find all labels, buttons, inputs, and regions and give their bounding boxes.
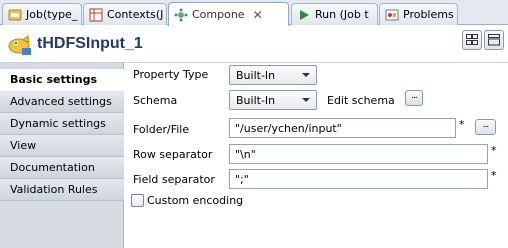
grid-icon [466, 34, 478, 45]
property-type-select[interactable]: Built-In [229, 65, 317, 85]
tab-job-label: Job(type_ [26, 8, 78, 21]
component-icon [173, 7, 188, 22]
grid-view-button[interactable] [462, 30, 482, 50]
browse-folder-button[interactable]: ... [475, 119, 496, 135]
component-title: tHDFSInput_1 [37, 35, 143, 52]
property-type-label: Property Type [133, 68, 209, 81]
custom-encoding-label: Custom encoding [147, 194, 244, 207]
nav-documentation[interactable]: Documentation [0, 157, 124, 179]
run-icon [296, 7, 311, 22]
edit-schema-label: Edit schema [327, 94, 395, 107]
required-marker: * [491, 144, 497, 157]
component-header: tHDFSInput_1 [0, 26, 508, 63]
job-icon [7, 7, 22, 22]
folder-file-input[interactable]: "/user/ychen/input" [229, 118, 456, 138]
custom-encoding-checkbox[interactable] [131, 194, 144, 207]
basic-settings-panel: Property Type Built-In Schema Built-In E… [124, 63, 508, 248]
list-view-button[interactable] [484, 30, 504, 50]
tab-contexts[interactable]: Contexts(J [83, 3, 167, 25]
contexts-icon [88, 7, 103, 22]
field-separator-label: Field separator [133, 173, 215, 186]
schema-label: Schema [133, 94, 178, 107]
tab-problems[interactable]: Problems [379, 3, 458, 25]
nav-view[interactable]: View [0, 135, 124, 157]
list-icon [488, 34, 500, 46]
chevron-down-icon [302, 98, 310, 102]
tab-component-label: Compone [192, 8, 245, 21]
schema-select[interactable]: Built-In [229, 90, 317, 110]
close-icon[interactable]: ✕ [253, 8, 263, 22]
nav-dynamic-settings[interactable]: Dynamic settings [0, 113, 124, 135]
field-separator-input[interactable]: ";" [229, 169, 488, 189]
required-marker: * [459, 118, 465, 131]
problems-icon [384, 7, 399, 22]
row-separator-label: Row separator [133, 148, 213, 161]
editor-tab-bar: Job(type_ Contexts(J Compone ✕ Run (Job … [0, 0, 508, 26]
hdfs-component-icon [8, 34, 32, 56]
edit-schema-button[interactable]: ... [405, 90, 423, 106]
tab-component[interactable]: Compone ✕ [168, 2, 289, 26]
chevron-down-icon [302, 73, 310, 77]
tab-problems-label: Problems [403, 8, 454, 21]
nav-basic-settings[interactable]: Basic settings [0, 69, 125, 91]
tab-run[interactable]: Run (Job t [291, 3, 378, 25]
tab-run-label: Run (Job t [315, 8, 369, 21]
nav-validation-rules[interactable]: Validation Rules [0, 179, 124, 201]
tab-job[interactable]: Job(type_ [2, 3, 82, 25]
tab-contexts-label: Contexts(J [107, 8, 164, 21]
folder-file-label: Folder/File [133, 123, 190, 136]
settings-nav: Basic settings Advanced settings Dynamic… [0, 63, 125, 248]
row-separator-input[interactable]: "\n" [229, 144, 488, 164]
nav-advanced-settings[interactable]: Advanced settings [0, 91, 124, 113]
required-marker: * [491, 169, 497, 182]
